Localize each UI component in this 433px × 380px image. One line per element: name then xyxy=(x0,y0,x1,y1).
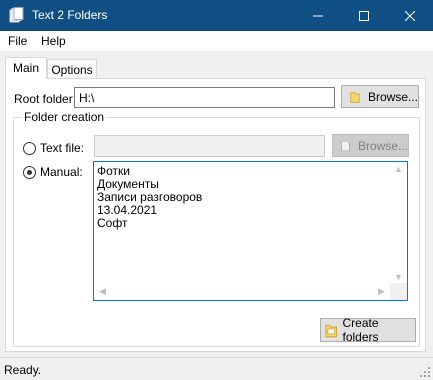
root-folder-input[interactable]: H:\ xyxy=(74,87,335,108)
scroll-left-icon[interactable]: ◀ xyxy=(94,286,111,297)
menu-help[interactable]: Help xyxy=(41,34,66,48)
tab-main[interactable]: Main xyxy=(5,57,47,79)
status-bar: Ready. xyxy=(0,357,433,380)
maximize-icon xyxy=(359,10,369,21)
window-title: Text 2 Folders xyxy=(32,8,108,22)
scroll-corner xyxy=(390,283,407,300)
horizontal-scrollbar[interactable]: ◀ ▶ xyxy=(94,283,390,300)
folder-create-icon xyxy=(325,324,338,338)
document-icon xyxy=(341,140,350,151)
minimize-button[interactable] xyxy=(295,0,341,31)
maximize-button[interactable] xyxy=(341,0,387,31)
manual-radio[interactable] xyxy=(23,166,36,179)
text-file-radio[interactable] xyxy=(23,142,36,155)
text-file-input[interactable] xyxy=(94,135,325,157)
manual-textarea[interactable]: Фотки Документы Записи разговоров 13.04.… xyxy=(93,161,408,301)
vertical-scrollbar[interactable]: ▲ ▼ xyxy=(390,162,407,284)
text-file-browse-label: Browse... xyxy=(357,138,408,153)
close-icon xyxy=(405,10,415,21)
root-browse-label: Browse... xyxy=(367,89,418,104)
folder-icon xyxy=(350,91,360,103)
menu-bar: File Help xyxy=(0,31,433,51)
size-grip-icon[interactable] xyxy=(419,366,431,378)
close-button[interactable] xyxy=(387,0,433,31)
create-folders-label: Create folders xyxy=(342,316,379,344)
tab-options-label: Options xyxy=(51,63,93,77)
status-text: Ready. xyxy=(4,363,42,377)
manual-lines: Фотки Документы Записи разговоров 13.04.… xyxy=(97,165,202,230)
scroll-down-icon[interactable]: ▼ xyxy=(390,272,407,282)
text-file-browse-button[interactable]: Browse... xyxy=(332,134,409,157)
folder-creation-legend: Folder creation xyxy=(22,110,107,124)
document-stack-icon xyxy=(9,7,24,23)
client-area: Main Options Root folder: H:\ Browse... … xyxy=(0,51,433,357)
create-folders-button[interactable]: Create folders xyxy=(320,316,416,344)
menu-file[interactable]: File xyxy=(8,34,27,48)
root-browse-button[interactable]: Browse... xyxy=(341,85,419,108)
root-folder-value: H:\ xyxy=(79,91,95,105)
root-folder-label: Root folder: xyxy=(14,92,77,106)
scroll-right-icon[interactable]: ▶ xyxy=(373,286,390,297)
tab-main-label: Main xyxy=(12,61,39,75)
tab-options[interactable]: Options xyxy=(47,59,97,78)
text-file-label: Text file: xyxy=(40,141,85,155)
minimize-icon xyxy=(313,15,323,16)
manual-line: Софт xyxy=(97,216,128,230)
title-bar[interactable]: Text 2 Folders xyxy=(0,0,433,31)
manual-label: Manual: xyxy=(40,165,83,179)
scroll-up-icon[interactable]: ▲ xyxy=(390,164,407,174)
